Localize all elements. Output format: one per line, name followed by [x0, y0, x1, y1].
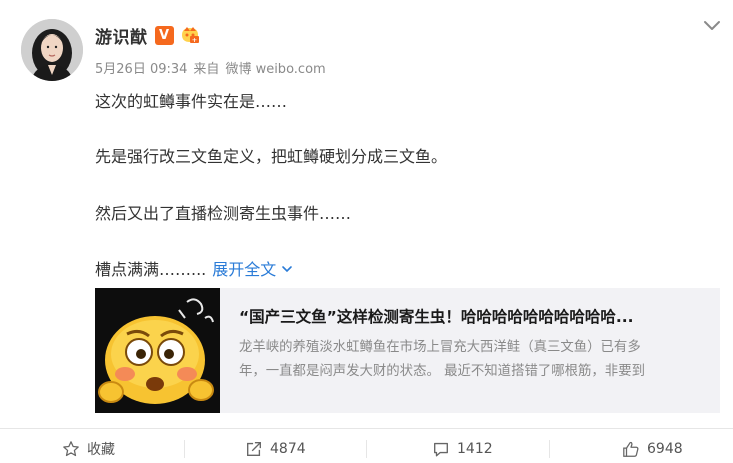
action-bar-divider: [0, 428, 733, 429]
star-icon: [63, 441, 79, 457]
expand-full-text-link[interactable]: 展开全文: [212, 260, 276, 279]
action-separator: [366, 440, 367, 458]
thumbs-up-icon: [623, 441, 639, 457]
verified-icon: V: [154, 25, 174, 45]
post-text-line: 然后又出了直播检测寄生虫事件……: [95, 204, 352, 223]
post-text-fragment: 槽点满满……...: [95, 260, 207, 279]
action-separator: [184, 440, 185, 458]
article-desc-line: 年，一直都是闷声发大财的状态。 最近不知道搭错了哪根筋，非要到: [239, 364, 645, 379]
article-link-card[interactable]: “国产三文鱼”这样检测寄生虫！哈哈哈哈哈哈哈哈哈哈... 龙羊峡的养殖淡水虹鳟鱼…: [95, 288, 720, 413]
like-count: 6948: [647, 441, 683, 457]
comment-count: 1412: [457, 441, 493, 457]
action-separator: [549, 440, 550, 458]
like-button[interactable]: 6948: [622, 436, 683, 462]
post-source[interactable]: 微博 weibo.com: [225, 58, 325, 77]
svg-text:+: +: [191, 36, 196, 44]
expand-chevron-icon[interactable]: [280, 261, 294, 280]
source-prefix: 来自: [193, 62, 220, 77]
author-row: 游识猷 V +: [95, 22, 201, 48]
article-thumbnail: [95, 288, 220, 413]
vip-level-icon: +: [179, 25, 201, 45]
dizzy-emoji-icon: [95, 288, 220, 413]
post-text-line-last: 槽点满满……... 展开全文: [95, 256, 294, 280]
avatar-portrait-icon: [21, 19, 83, 81]
comment-button[interactable]: 1412: [432, 436, 493, 462]
avatar[interactable]: [21, 19, 83, 81]
author-name[interactable]: 游识猷: [95, 23, 148, 48]
post-meta: 5月26日 09:34 来自 微博 weibo.com: [95, 58, 326, 77]
favorite-label: 收藏: [87, 442, 115, 458]
post-time[interactable]: 5月26日 09:34: [95, 58, 187, 77]
article-description: 龙羊峡的养殖淡水虹鳟鱼在市场上冒充大西洋鲑（真三文鱼）已有多 年，一直都是闷声发…: [239, 336, 701, 384]
post-text-line: 先是强行改三文鱼定义，把虹鳟硬划分成三文鱼。: [95, 147, 448, 166]
comment-icon: [434, 442, 448, 457]
favorite-button[interactable]: 收藏: [62, 436, 115, 462]
share-button[interactable]: 4874: [245, 436, 306, 462]
chevron-down-icon[interactable]: [700, 14, 724, 38]
share-icon: [247, 442, 261, 456]
weibo-post-card: 游识猷 V + 5月26日 09:34 来自 微博 weibo.com 这次的虹…: [0, 0, 733, 463]
post-text-line: 这次的虹鳟事件实在是……: [95, 92, 288, 111]
share-count: 4874: [270, 441, 306, 457]
article-title[interactable]: “国产三文鱼”这样检测寄生虫！哈哈哈哈哈哈哈哈哈哈...: [239, 305, 634, 327]
article-desc-line: 龙羊峡的养殖淡水虹鳟鱼在市场上冒充大西洋鲑（真三文鱼）已有多: [239, 340, 641, 355]
